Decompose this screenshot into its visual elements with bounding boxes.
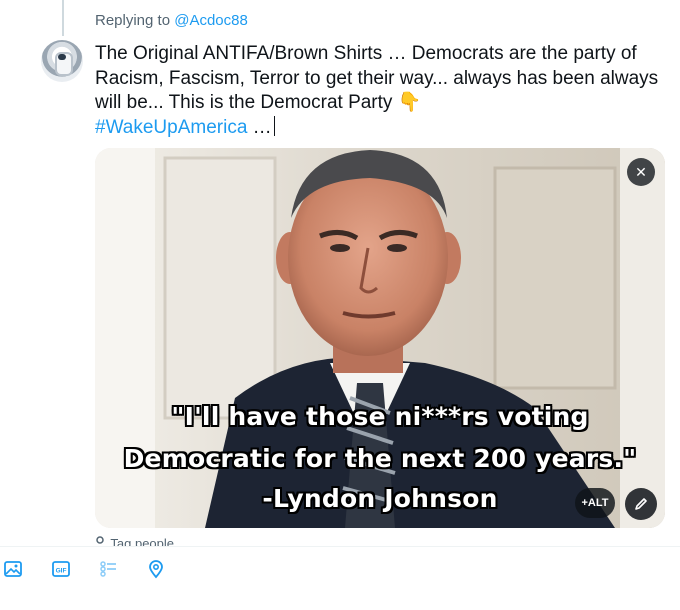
thread-line [62, 0, 64, 36]
tweet-body: The Original ANTIFA/Brown Shirts … Democ… [95, 43, 659, 113]
tag-people-label: Tag people [110, 536, 175, 546]
text-cursor [273, 115, 275, 136]
hashtag-link[interactable]: #WakeUpAmerica [95, 117, 247, 138]
tweet-compose-text[interactable]: The Original ANTIFA/Brown Shirts … Democ… [95, 42, 665, 140]
add-alt-text-button[interactable]: +ALT [575, 488, 615, 518]
gif-icon: GIF [52, 561, 70, 577]
edit-media-button[interactable] [625, 488, 657, 520]
add-location-button[interactable] [143, 556, 169, 582]
attached-image[interactable]: "I'll have those ni***rs voting Democrat… [95, 148, 665, 528]
remove-media-button[interactable]: ✕ [627, 158, 655, 186]
gif-icon-label: GIF [56, 568, 67, 575]
avatar-visor [58, 54, 66, 60]
location-icon [149, 560, 163, 579]
pencil-icon [635, 498, 647, 510]
add-poll-button[interactable] [96, 556, 122, 582]
poll-icon [100, 561, 116, 577]
replying-handle-link[interactable]: @Acdoc88 [174, 12, 248, 29]
replying-to: Replying to @Acdoc88 [95, 12, 248, 29]
add-gif-button[interactable]: GIF [48, 556, 74, 582]
compose-toolbar: GIF [0, 556, 680, 586]
add-image-button[interactable] [0, 556, 26, 582]
image-icon [4, 561, 22, 577]
tweet-trailing: … [247, 116, 272, 138]
person-icon [95, 536, 107, 546]
replying-prefix: Replying to [95, 12, 171, 29]
divider [0, 546, 680, 547]
avatar[interactable] [41, 40, 83, 82]
tag-people-button[interactable]: Tag people [95, 536, 174, 546]
quote-line-1: "I'll have those ni***rs voting [171, 402, 589, 431]
quote-line-2: Democratic for the next 200 years." [123, 444, 637, 473]
